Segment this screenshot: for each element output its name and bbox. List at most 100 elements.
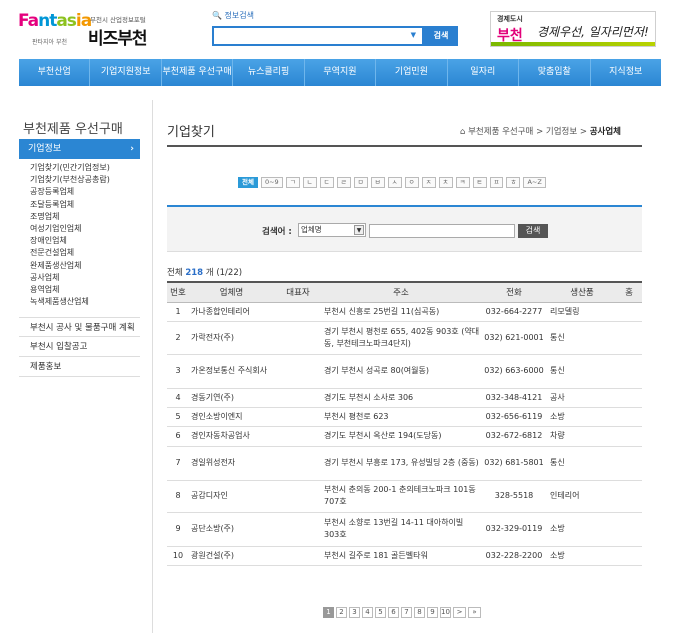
sidebar-subitem[interactable]: 용역업체: [30, 284, 140, 296]
company-address: 부천시 소향로 13번길 14-11 대아하이빌 303호: [322, 512, 480, 547]
search-type-value: 업체명: [301, 225, 322, 234]
dropdown-arrow-icon[interactable]: ▼: [411, 31, 416, 39]
page-link[interactable]: 6: [388, 607, 399, 618]
company-product: 차량: [548, 426, 616, 447]
sidebar-subitem[interactable]: 조달등록업체: [30, 199, 140, 211]
table-row[interactable]: 8 공감디자인 부천시 춘의동 200-1 춘의테크노파크 101동 707호 328…: [167, 480, 642, 513]
filter-consonant-button[interactable]: ㅇ: [404, 177, 419, 188]
keyword-input[interactable]: [369, 224, 515, 238]
company-name-link[interactable]: 경동기연(주): [189, 388, 274, 408]
filter-consonant-button[interactable]: ㅊ: [438, 177, 453, 188]
table-row[interactable]: 2 가락전자(주) 경기 부천시 평천로 655, 402동 903호 (약대동, …: [167, 321, 642, 355]
page-link[interactable]: 7: [401, 607, 412, 618]
filter-consonant-button[interactable]: ㅍ: [489, 177, 504, 188]
filter-consonant-button[interactable]: ㄷ: [319, 177, 334, 188]
sidebar-item-company-info[interactable]: 기업정보 ›: [19, 139, 140, 159]
table-row[interactable]: 10 광원건설(주) 부천시 길주로 181 골든벨타워 032-228-2200 소방: [167, 546, 642, 566]
table-row[interactable]: 6 경인자동차공업사 경기도 부천시 옥산로 194(도당동) 032-672-681…: [167, 426, 642, 447]
filter-consonant-button[interactable]: ㄱ: [285, 177, 300, 188]
search-input[interactable]: ▼: [212, 26, 424, 46]
last-page-icon[interactable]: »: [468, 607, 481, 618]
filter-all-button[interactable]: 전체: [238, 177, 258, 188]
page-link[interactable]: 8: [414, 607, 425, 618]
sidebar-subitem[interactable]: 완제품생산업체: [30, 260, 140, 272]
nav-item-bidding[interactable]: 맞춤입찰: [519, 59, 591, 86]
sidebar-subitem[interactable]: 조명업체: [30, 211, 140, 223]
keyword-search-button[interactable]: 검색: [518, 224, 548, 238]
city-banner[interactable]: 경제도시 부천 경제우선, 일자리먼저!: [490, 11, 656, 47]
fantasia-logo[interactable]: Fantasia: [18, 10, 92, 36]
company-name-link[interactable]: 공단소방(주): [189, 512, 274, 547]
company-name-link[interactable]: 공감디자인: [189, 480, 274, 513]
page-link[interactable]: 3: [349, 607, 360, 618]
company-name-link[interactable]: 광원건설(주): [189, 546, 274, 566]
homepage-cell: [616, 321, 642, 355]
filter-consonant-button[interactable]: 0~9: [260, 177, 283, 188]
company-name-link[interactable]: 경인소방이엔지: [189, 407, 274, 427]
company-address: 경기도 부천시 옥산로 194(도당동): [322, 426, 480, 447]
filter-consonant-button[interactable]: ㅌ: [472, 177, 487, 188]
sidebar-item-product-promo[interactable]: 제품홍보: [19, 357, 140, 377]
sidebar-item-purchase-plan[interactable]: 부천시 공사 및 물품구매 계획: [19, 317, 140, 337]
nav-item-trade[interactable]: 무역지원: [305, 59, 377, 86]
sidebar-subitem[interactable]: 녹색제품생산업체: [30, 296, 140, 308]
company-phone: 032-228-2200: [480, 546, 548, 566]
page-link[interactable]: 9: [427, 607, 438, 618]
sidebar-subitem[interactable]: 공장등록업체: [30, 186, 140, 198]
filter-consonant-button[interactable]: ㄴ: [302, 177, 317, 188]
company-name-link[interactable]: 가락전자(주): [189, 321, 274, 355]
homepage-cell: [616, 546, 642, 566]
nav-item-jobs[interactable]: 일자리: [448, 59, 520, 86]
next-page-icon[interactable]: >: [453, 607, 466, 618]
nav-item-civil[interactable]: 기업민원: [376, 59, 448, 86]
filter-consonant-button[interactable]: ㅂ: [370, 177, 385, 188]
filter-consonant-button[interactable]: ㅈ: [421, 177, 436, 188]
representative: [274, 321, 322, 355]
company-name-link[interactable]: 가온정보통신 주식회사: [189, 354, 274, 389]
sidebar-subitem[interactable]: 여성기업인업체: [30, 223, 140, 235]
portal-name[interactable]: 비즈부천: [88, 24, 148, 49]
representative: [274, 480, 322, 513]
page-link[interactable]: 1: [323, 607, 334, 618]
filter-consonant-button[interactable]: ㅎ: [506, 177, 521, 188]
search-label-text: 정보검색: [224, 11, 254, 20]
search-button[interactable]: 검색: [424, 26, 458, 46]
table-row[interactable]: 5 경인소방이엔지 부천시 평천로 623 032-656-6119 소방: [167, 407, 642, 427]
table-row[interactable]: 9 공단소방(주) 부천시 소향로 13번길 14-11 대아하이빌 303호 032…: [167, 512, 642, 547]
filter-consonant-button[interactable]: ㄹ: [336, 177, 351, 188]
sidebar-subitem[interactable]: 기업찾기(부천상공총람): [30, 174, 140, 186]
nav-item-industry[interactable]: 부천산업: [19, 59, 91, 86]
page-link[interactable]: 5: [375, 607, 386, 618]
breadcrumb-item[interactable]: 기업정보: [546, 127, 577, 137]
breadcrumb-item[interactable]: 부천제품 우선구매: [468, 127, 533, 137]
page-link[interactable]: 2: [336, 607, 347, 618]
sidebar-subitem[interactable]: 장애인업체: [30, 235, 140, 247]
company-name-link[interactable]: 가나종합인테리어: [189, 302, 274, 322]
nav-item-knowledge[interactable]: 지식정보: [591, 59, 661, 86]
filter-consonant-button[interactable]: ㅁ: [353, 177, 368, 188]
page-link[interactable]: 4: [362, 607, 373, 618]
home-icon[interactable]: ⌂: [460, 127, 465, 137]
nav-item-news[interactable]: 뉴스클리핑: [233, 59, 305, 86]
company-name-link[interactable]: 경인자동차공업사: [189, 426, 274, 447]
filter-consonant-button[interactable]: A~Z: [523, 177, 546, 188]
table-row[interactable]: 1 가나종합인테리어 부천시 신흥로 25번길 11(심곡동) 032-664-227…: [167, 302, 642, 322]
sidebar-subitem[interactable]: 공사업체: [30, 272, 140, 284]
table-row[interactable]: 3 가온정보통신 주식회사 경기 부천시 성곡로 80(여월동) 032) 663-6…: [167, 354, 642, 389]
sidebar-item-bid-notice[interactable]: 부천시 입찰공고: [19, 337, 140, 357]
sidebar-subitem[interactable]: 전문건설업체: [30, 247, 140, 259]
filter-consonant-button[interactable]: ㅅ: [387, 177, 402, 188]
representative: [274, 407, 322, 427]
company-name-link[interactable]: 경일위성전자: [189, 446, 274, 481]
col-header-home: 홈: [616, 281, 642, 303]
table-row[interactable]: 7 경일위성전자 경기 부천시 부흥로 173, 유성빌딩 2층 (중동) 032) …: [167, 446, 642, 481]
search-type-select[interactable]: 업체명 ▼: [298, 223, 366, 237]
table-row[interactable]: 4 경동기연(주) 경기도 부천시 소사로 306 032-348-4121 공사: [167, 388, 642, 408]
page-link[interactable]: 10: [440, 607, 451, 618]
nav-item-support[interactable]: 기업지원정보: [90, 59, 162, 86]
filter-consonant-button[interactable]: ㅋ: [455, 177, 470, 188]
nav-item-priority-purchase[interactable]: 부천제품 우선구매: [162, 59, 234, 86]
company-phone: 032-656-6119: [480, 407, 548, 427]
row-number: 3: [167, 354, 189, 389]
sidebar-subitem[interactable]: 기업찾기(민간기업정보): [30, 162, 140, 174]
